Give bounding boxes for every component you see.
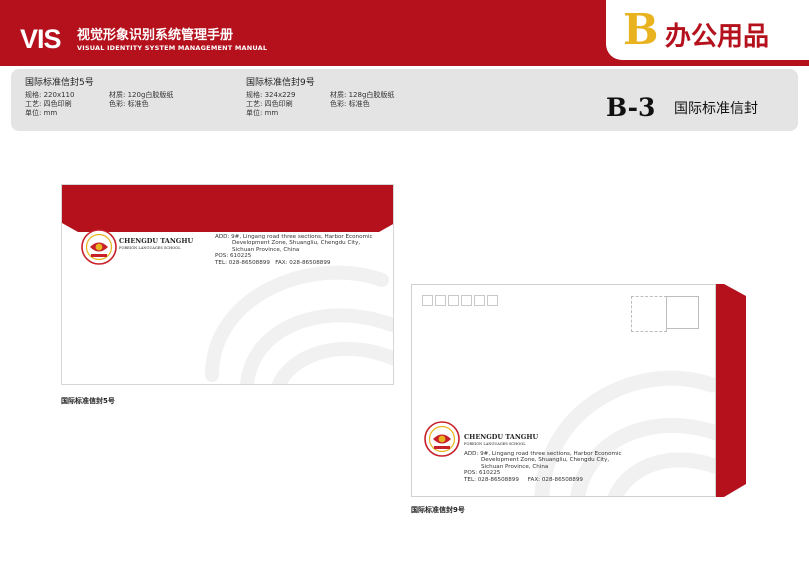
page-code-label: 国际标准信封 <box>674 101 758 117</box>
spec-size: 规格: 220x110 <box>25 91 75 99</box>
school-name: CHENGDU TANGHU <box>464 433 539 441</box>
postcode-box-icon <box>448 295 459 306</box>
envelope-5: CHENGDU TANGHU FOREIGN LANGUAGES SCHOOL … <box>61 184 394 385</box>
address-line: Development Zone, Shuangliu, Chengdu Cit… <box>232 240 361 247</box>
address-block: ADD: 9#, Lingang road three sections, Ha… <box>464 451 622 483</box>
school-subtitle: FOREIGN LANGUAGES SCHOOL <box>464 442 526 446</box>
postcode-box-icon <box>422 295 433 306</box>
fax-text: FAX: 028-86508899 <box>275 259 331 266</box>
envelope-flap <box>62 185 393 384</box>
postcode-box-icon <box>461 295 472 306</box>
spec-unit: 单位: mm <box>25 109 58 117</box>
postcode-box-icon <box>474 295 485 306</box>
section-name: 办公用品 <box>665 22 770 52</box>
school-subtitle: FOREIGN LANGUAGES SCHOOL <box>119 246 181 250</box>
manual-title-cn: 视觉形象识别系统管理手册 <box>77 28 234 43</box>
manual-title-en: VISUAL IDENTITY SYSTEM MANAGEMENT MANUAL <box>77 44 268 52</box>
envelope-side-flap <box>716 284 746 497</box>
page-code: B-3 <box>606 93 656 122</box>
fax-text: FAX: 028-86508899 <box>527 476 583 483</box>
stamp-box-icon <box>631 296 667 332</box>
page-header: VIS 视觉形象识别系统管理手册 VISUAL IDENTITY SYSTEM … <box>0 0 809 66</box>
spec-title: 国际标准信封9号 <box>246 78 315 88</box>
address-line: Development Zone, Shuangliu, Chengdu Cit… <box>481 457 610 464</box>
caption-env5: 国际标准信封5号 <box>61 397 115 405</box>
address-block: ADD: 9#, Lingang road three sections, Ha… <box>215 234 373 266</box>
section-letter: B <box>623 5 659 54</box>
school-name: CHENGDU TANGHU <box>119 237 194 245</box>
spec-color: 色彩: 标准色 <box>330 100 370 108</box>
spec-block-env5: 国际标准信封5号 规格: 220x110 材质: 120g白胶版纸 工艺: 四色… <box>25 78 173 118</box>
school-emblem-icon <box>81 229 117 265</box>
spec-title: 国际标准信封5号 <box>25 78 94 88</box>
tel-text: TEL: 028-86508899 <box>464 476 519 483</box>
vis-logo: VIS <box>20 24 62 54</box>
postcode-box-icon <box>487 295 498 306</box>
spec-material: 材质: 128g白胶版纸 <box>330 91 395 99</box>
postcode-box-icon <box>435 295 446 306</box>
spec-unit: 单位: mm <box>246 109 279 117</box>
spec-material: 材质: 120g白胶版纸 <box>109 91 174 99</box>
spec-craft: 工艺: 四色印刷 <box>25 100 72 108</box>
stamp-box-icon <box>666 296 699 329</box>
envelope-9: CHENGDU TANGHU FOREIGN LANGUAGES SCHOOL … <box>411 284 716 497</box>
spec-craft: 工艺: 四色印刷 <box>246 100 293 108</box>
caption-env9: 国际标准信封9号 <box>411 506 465 514</box>
school-emblem-icon <box>424 421 460 457</box>
spec-block-env9: 国际标准信封9号 规格: 324x229 材质: 128g白胶版纸 工艺: 四色… <box>246 78 394 118</box>
tel-text: TEL: 028-86508899 <box>215 259 270 266</box>
postcode-boxes <box>422 295 498 306</box>
spec-color: 色彩: 标准色 <box>109 100 149 108</box>
spec-size: 规格: 324x229 <box>246 91 296 99</box>
